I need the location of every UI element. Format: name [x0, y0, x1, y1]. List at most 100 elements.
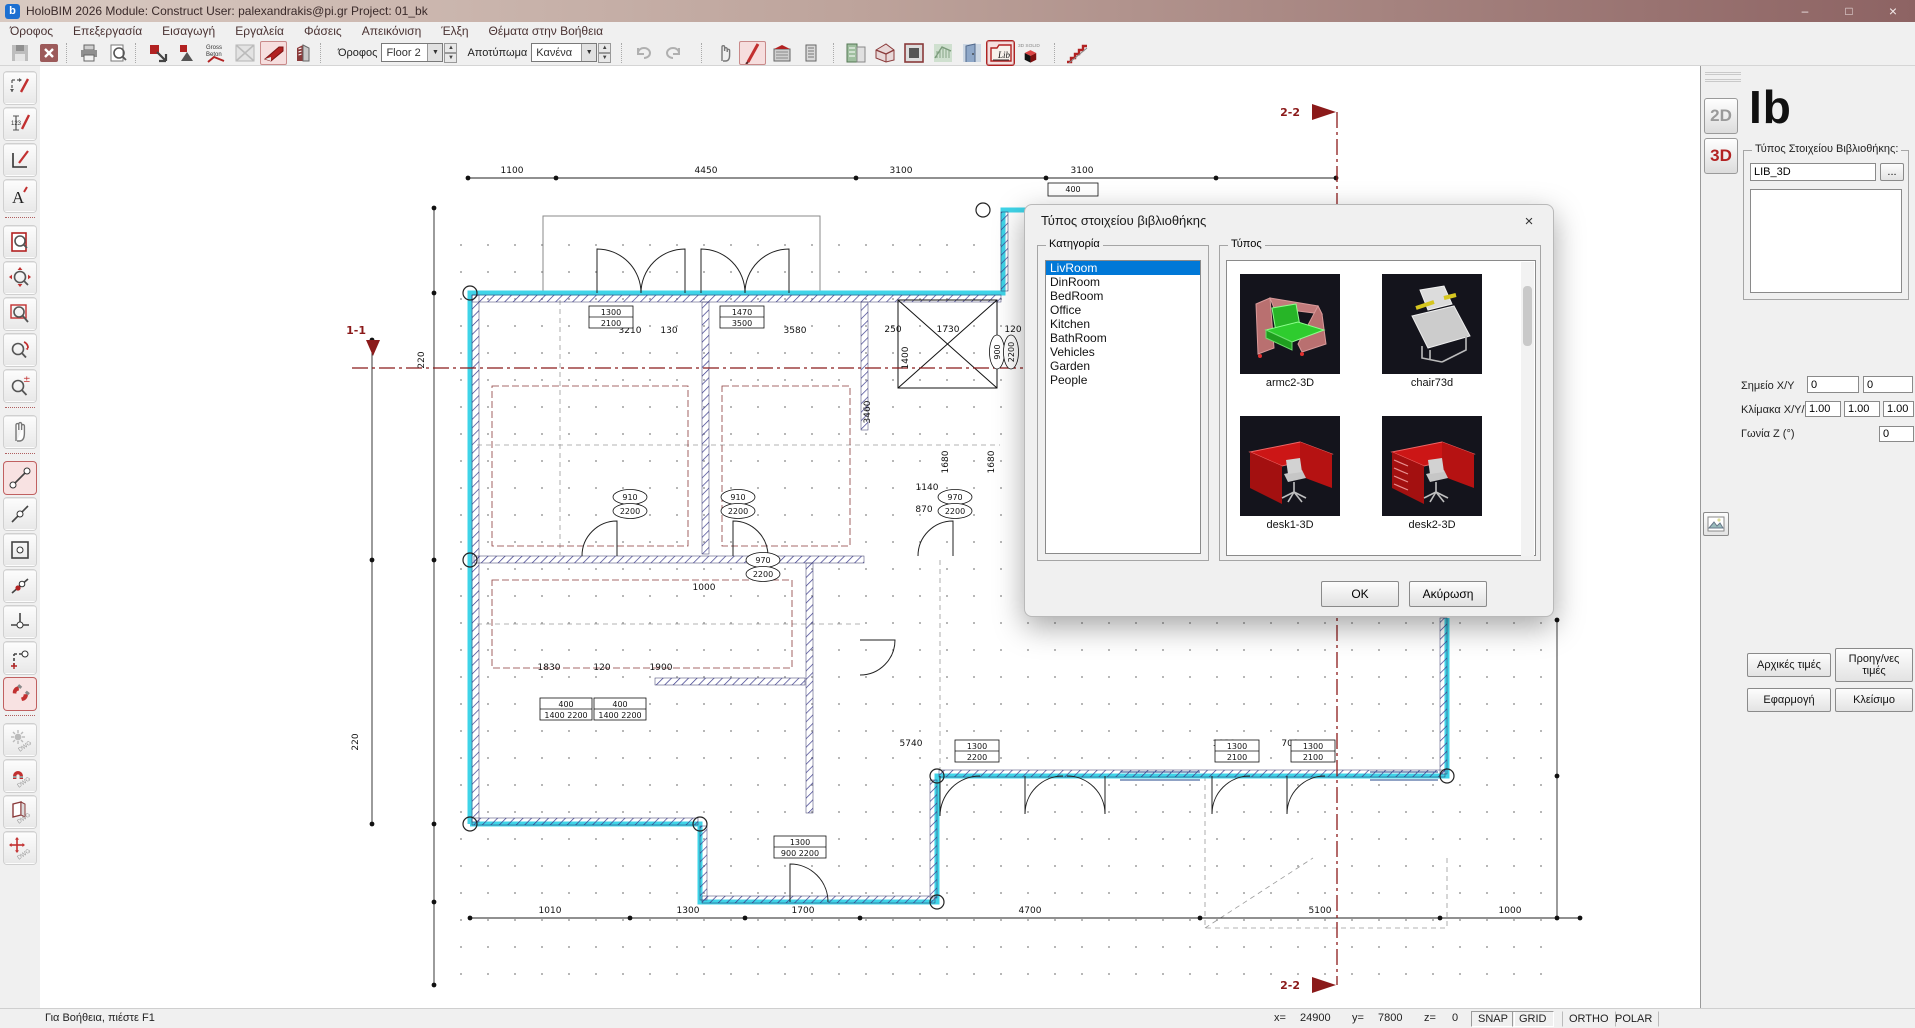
previous-values-button[interactable]: Προηγ/νες τιμές [1835, 648, 1913, 682]
view-2d-button[interactable]: 2D [1704, 98, 1738, 134]
library-name-field[interactable] [1750, 163, 1876, 181]
door-button[interactable] [958, 41, 985, 65]
type-browser[interactable]: armc2-3D chair73d desk1-3D desk2-3D [1226, 260, 1536, 556]
line-tool-button[interactable] [4, 462, 36, 494]
thumbnail-armc2-3d[interactable] [1240, 274, 1340, 374]
cancel-button[interactable]: Ακύρωση [1409, 581, 1487, 607]
category-item-vehicles[interactable]: Vehicles [1046, 345, 1200, 359]
close-project-button[interactable] [35, 41, 62, 65]
scale-z-field[interactable] [1883, 401, 1914, 417]
perpendicular-snap-button[interactable] [4, 606, 36, 638]
print-button[interactable] [75, 41, 102, 65]
scrollbar-thumb[interactable] [1523, 286, 1532, 346]
thumbnail-desk1-3d[interactable] [1240, 416, 1340, 516]
redo-button[interactable] [659, 41, 686, 65]
building-tall-button[interactable] [797, 41, 824, 65]
menu-tools[interactable]: Εργαλεία [225, 22, 294, 40]
dwg-snap-button[interactable]: DWG [4, 760, 36, 792]
initial-values-button[interactable]: Αρχικές τιμές [1747, 653, 1831, 677]
ok-button[interactable]: OK [1321, 581, 1399, 607]
library-insert-button[interactable] [1703, 512, 1729, 536]
dwg-door-button[interactable]: DWG [4, 796, 36, 828]
category-item-garden[interactable]: Garden [1046, 359, 1200, 373]
scale-x-field[interactable] [1805, 401, 1841, 417]
floor-spinner[interactable]: ▲▼ [444, 43, 457, 62]
close-button[interactable]: × [1871, 0, 1915, 22]
category-item-dinroom[interactable]: DinRoom [1046, 275, 1200, 289]
category-item-bathroom[interactable]: BathRoom [1046, 331, 1200, 345]
pointer-mode-button[interactable] [710, 41, 737, 65]
snap-toggle-button[interactable] [4, 678, 36, 710]
grid-toggle[interactable]: GRID [1512, 1011, 1554, 1027]
library-preview-list[interactable] [1750, 189, 1902, 293]
facade-button[interactable] [842, 41, 869, 65]
menu-floor[interactable]: Όροφος [0, 22, 63, 40]
zoom-extents-button[interactable] [4, 262, 36, 294]
category-item-office[interactable]: Office [1046, 303, 1200, 317]
footprint-spinner[interactable]: ▲▼ [598, 43, 611, 62]
dwg-brightness-button[interactable]: DWG [4, 724, 36, 756]
balcony-button[interactable] [929, 41, 956, 65]
draw-mode-button[interactable] [739, 41, 766, 65]
beam-tool-button[interactable] [260, 41, 287, 65]
roof-button[interactable] [871, 41, 898, 65]
category-list[interactable]: LivRoom DinRoom BedRoom Office Kitchen B… [1045, 260, 1201, 554]
dwg-move-button[interactable]: DWG [4, 832, 36, 864]
angle-tool-button[interactable] [4, 144, 36, 176]
menu-insert[interactable]: Εισαγωγή [152, 22, 225, 40]
building-3d-button[interactable] [289, 41, 316, 65]
polar-toggle[interactable]: POLAR [1608, 1011, 1659, 1027]
dimension-tool-button[interactable] [4, 72, 36, 104]
frame-tool-button[interactable] [231, 41, 258, 65]
zoom-page-button[interactable] [4, 226, 36, 258]
print-preview-button[interactable] [104, 41, 131, 65]
select-wall-button[interactable] [144, 41, 171, 65]
center-snap-button[interactable] [4, 534, 36, 566]
menu-view[interactable]: Απεικόνιση [352, 22, 432, 40]
maximize-button[interactable]: □ [1827, 0, 1871, 22]
point-y-field[interactable] [1863, 376, 1913, 393]
midpoint-snap-button[interactable] [4, 498, 36, 530]
snap-toggle[interactable]: SNAP [1471, 1011, 1515, 1027]
building-section-button[interactable] [768, 41, 795, 65]
gross-beton-button[interactable]: GrossBeton [202, 41, 229, 65]
stairs-button[interactable] [1063, 41, 1090, 65]
thumbnail-chair73d[interactable] [1382, 274, 1482, 374]
browse-button[interactable]: ... [1880, 163, 1904, 181]
zoom-previous-button[interactable] [4, 334, 36, 366]
footprint-combobox[interactable]: Κανένα ▼ [531, 43, 597, 62]
library-button[interactable]: Lib [987, 41, 1014, 65]
endpoint-snap-button[interactable] [4, 642, 36, 674]
chevron-down-icon[interactable]: ▼ [581, 44, 596, 61]
category-item-kitchen[interactable]: Kitchen [1046, 317, 1200, 331]
undo-button[interactable] [630, 41, 657, 65]
pan-button[interactable] [4, 416, 36, 448]
menu-edit[interactable]: Επεξεργασία [63, 22, 152, 40]
angle-z-field[interactable] [1879, 426, 1914, 442]
thumbnail-desk2-3d[interactable] [1382, 416, 1482, 516]
menu-snap[interactable]: Έλξη [431, 22, 478, 40]
chevron-down-icon[interactable]: ▼ [427, 44, 442, 61]
floor-combobox[interactable]: Floor 2 ▼ [381, 43, 443, 62]
type-scrollbar[interactable] [1521, 262, 1534, 556]
scale-y-field[interactable] [1844, 401, 1880, 417]
zoom-window-button[interactable] [4, 298, 36, 330]
category-item-bedroom[interactable]: BedRoom [1046, 289, 1200, 303]
save-button[interactable] [6, 41, 33, 65]
panel-grip[interactable] [1705, 72, 1741, 82]
dimension-text-tool-button[interactable]: 123 [4, 108, 36, 140]
category-item-livroom[interactable]: LivRoom [1046, 261, 1200, 275]
view-3d-button[interactable]: 3D [1704, 138, 1738, 174]
solid-3d-button[interactable]: 3D SOLID [1016, 41, 1043, 65]
menu-phases[interactable]: Φάσεις [294, 22, 352, 40]
apply-button[interactable]: Εφαρμογή [1747, 688, 1831, 712]
close-panel-button[interactable]: Κλείσιμο [1835, 688, 1913, 712]
minimize-button[interactable]: – [1783, 0, 1827, 22]
text-tool-button[interactable]: A [4, 180, 36, 212]
select-element-button[interactable] [173, 41, 200, 65]
dialog-close-icon[interactable]: × [1515, 209, 1543, 233]
category-item-people[interactable]: People [1046, 373, 1200, 387]
opening-button[interactable] [900, 41, 927, 65]
zoom-inout-button[interactable]: ± [4, 370, 36, 402]
point-x-field[interactable] [1807, 376, 1859, 393]
